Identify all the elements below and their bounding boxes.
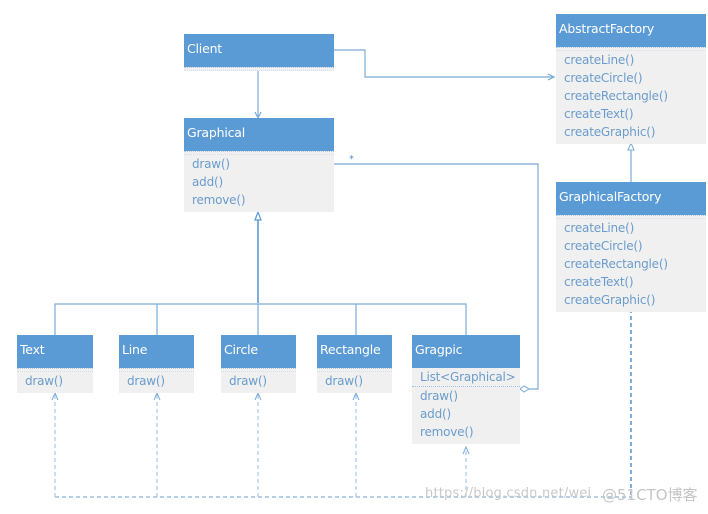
method: draw() [229,374,267,388]
separator [184,67,334,71]
class-abstract-factory[interactable]: AbstractFactory createLine() createCircl… [556,14,706,144]
dependency-arrowheads [51,391,470,455]
class-text[interactable]: Text draw() [17,335,93,393]
class-name: Line [119,335,194,368]
class-graphical[interactable]: Graphical draw() add() remove() [184,118,334,212]
attribute: List<Graphical> [412,368,520,387]
method: remove() [192,193,246,207]
class-name: GraphicalFactory [556,182,706,215]
class-client[interactable]: Client [184,34,334,71]
method: draw() [25,374,63,388]
multiplicity-label: * [349,154,354,165]
watermark-brand: @51CTO博客 [602,486,698,504]
method: add() [192,175,223,189]
class-name: Rectangle [317,335,392,368]
graphicalfactory-generalization [627,141,635,182]
watermark-url: https://blog.csdn.net/wei [425,486,592,501]
method: createRectangle() [564,89,668,103]
class-name: Circle [221,335,296,368]
method: createLine() [564,221,635,235]
method: remove() [420,425,474,439]
method: draw() [192,157,230,171]
method: draw() [127,374,165,388]
method: draw() [325,374,363,388]
class-circle[interactable]: Circle draw() [221,335,296,393]
method: createGraphic() [564,125,656,139]
client-to-graphical-association [254,68,262,120]
class-rectangle[interactable]: Rectangle draw() [317,335,392,393]
method: createText() [564,107,634,121]
class-name: Gragpic [412,335,520,368]
client-to-abstractfactory-association [334,49,556,81]
class-name: Client [184,34,334,67]
class-name: Graphical [184,118,334,151]
class-graphical-factory[interactable]: GraphicalFactory createLine() createCirc… [556,182,706,312]
class-gragpic[interactable]: Gragpic List<Graphical> draw() add() rem… [412,335,520,444]
class-name: Text [17,335,93,368]
method: createRectangle() [564,257,668,271]
method: createLine() [564,53,635,67]
class-line[interactable]: Line draw() [119,335,194,393]
method: createText() [564,275,634,289]
class-name: AbstractFactory [556,14,706,47]
method: add() [420,407,451,421]
method: draw() [420,389,458,403]
method: createCircle() [564,239,643,253]
method: createCircle() [564,71,643,85]
method: createGraphic() [564,293,656,307]
inheritance-tree [54,210,467,335]
